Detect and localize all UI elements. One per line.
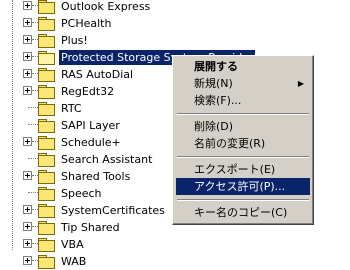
folder-icon <box>38 187 55 201</box>
tree-item[interactable]: WAB <box>0 253 350 270</box>
folder-icon <box>38 0 55 14</box>
folder-icon <box>38 221 55 235</box>
menu-separator <box>177 199 309 201</box>
menu-item-expand[interactable]: 展開する <box>176 58 310 75</box>
folder-icon <box>38 136 55 150</box>
folder-body <box>38 87 55 99</box>
folder-body <box>38 172 55 184</box>
tree-item[interactable]: PCHealth <box>0 15 350 32</box>
folder-body <box>38 138 55 150</box>
tree-item-label[interactable]: SystemCertificates <box>59 203 167 218</box>
menu-item-new[interactable]: 新規(N) ▶ <box>176 75 310 92</box>
folder-body <box>38 53 55 65</box>
folder-icon <box>38 255 55 269</box>
folder-body <box>38 121 55 133</box>
tree-item-label[interactable]: Schedule+ <box>59 135 123 150</box>
folder-body <box>38 189 55 201</box>
folder-icon <box>38 204 55 218</box>
folder-icon <box>38 102 55 116</box>
tree-item-label[interactable]: Shared Tools <box>59 169 132 184</box>
folder-icon <box>38 119 55 133</box>
tree-item[interactable]: Outlook Express <box>0 0 350 15</box>
tree-item-label[interactable]: WAB <box>59 254 88 269</box>
tree-connector <box>28 107 38 108</box>
menu-separator <box>177 113 309 115</box>
tree-item-label[interactable]: RTC <box>59 101 84 116</box>
tree-item-label[interactable]: Tip Shared <box>59 220 122 235</box>
expand-plus-icon[interactable] <box>23 52 32 61</box>
folder-body <box>38 2 55 14</box>
folder-open-icon <box>38 51 55 65</box>
folder-body <box>38 19 55 31</box>
folder-body <box>38 70 55 82</box>
expand-plus-icon[interactable] <box>23 18 32 27</box>
menu-item-export[interactable]: エクスポート(E) <box>176 161 310 178</box>
folder-body <box>38 223 55 235</box>
folder-body <box>38 240 55 252</box>
folder-icon <box>38 153 55 167</box>
tree-item-label[interactable]: Search Assistant <box>59 152 154 167</box>
expand-plus-icon[interactable] <box>23 137 32 146</box>
folder-icon <box>38 170 55 184</box>
menu-item-rename[interactable]: 名前の変更(R) <box>176 135 310 152</box>
folder-icon <box>38 85 55 99</box>
tree-item-label[interactable]: RegEdt32 <box>59 84 116 99</box>
tree-connector <box>28 124 38 125</box>
expand-plus-icon[interactable] <box>23 35 32 44</box>
expand-plus-icon[interactable] <box>23 171 32 180</box>
tree-item-label[interactable]: Outlook Express <box>59 0 152 14</box>
expand-plus-icon[interactable] <box>23 256 32 265</box>
expand-plus-icon[interactable] <box>23 86 32 95</box>
expand-plus-icon[interactable] <box>23 239 32 248</box>
menu-item-delete[interactable]: 削除(D) <box>176 118 310 135</box>
folder-icon <box>38 238 55 252</box>
tree-item-label[interactable]: Speech <box>59 186 104 201</box>
expand-plus-icon[interactable] <box>23 69 32 78</box>
folder-body <box>38 36 55 48</box>
menu-item-copy-key-name[interactable]: キー名のコピー(C) <box>176 204 310 221</box>
menu-separator <box>177 156 309 158</box>
expand-plus-icon[interactable] <box>23 222 32 231</box>
context-menu: 展開する 新規(N) ▶ 検索(F)... 削除(D) 名前の変更(R) エクスポ… <box>172 55 314 225</box>
folder-icon <box>38 17 55 31</box>
tree-item[interactable]: Plus! <box>0 32 350 49</box>
submenu-arrow-icon: ▶ <box>297 79 304 88</box>
tree-connector <box>28 192 38 193</box>
folder-body <box>38 155 55 167</box>
folder-icon <box>38 34 55 48</box>
folder-body <box>38 206 55 218</box>
menu-item-find[interactable]: 検索(F)... <box>176 92 310 109</box>
expand-plus-icon[interactable] <box>23 1 32 10</box>
folder-body <box>38 257 55 269</box>
tree-item-label[interactable]: RAS AutoDial <box>59 67 135 82</box>
tree-item[interactable]: VBA <box>0 236 350 253</box>
tree-item-label[interactable]: PCHealth <box>59 16 113 31</box>
tree-item-label[interactable]: SAPI Layer <box>59 118 122 133</box>
menu-item-permissions[interactable]: アクセス許可(P)... <box>176 178 310 195</box>
tree-item-label[interactable]: Plus! <box>59 33 90 48</box>
folder-body <box>38 104 55 116</box>
tree-connector <box>28 158 38 159</box>
expand-plus-icon[interactable] <box>23 205 32 214</box>
folder-icon <box>38 68 55 82</box>
